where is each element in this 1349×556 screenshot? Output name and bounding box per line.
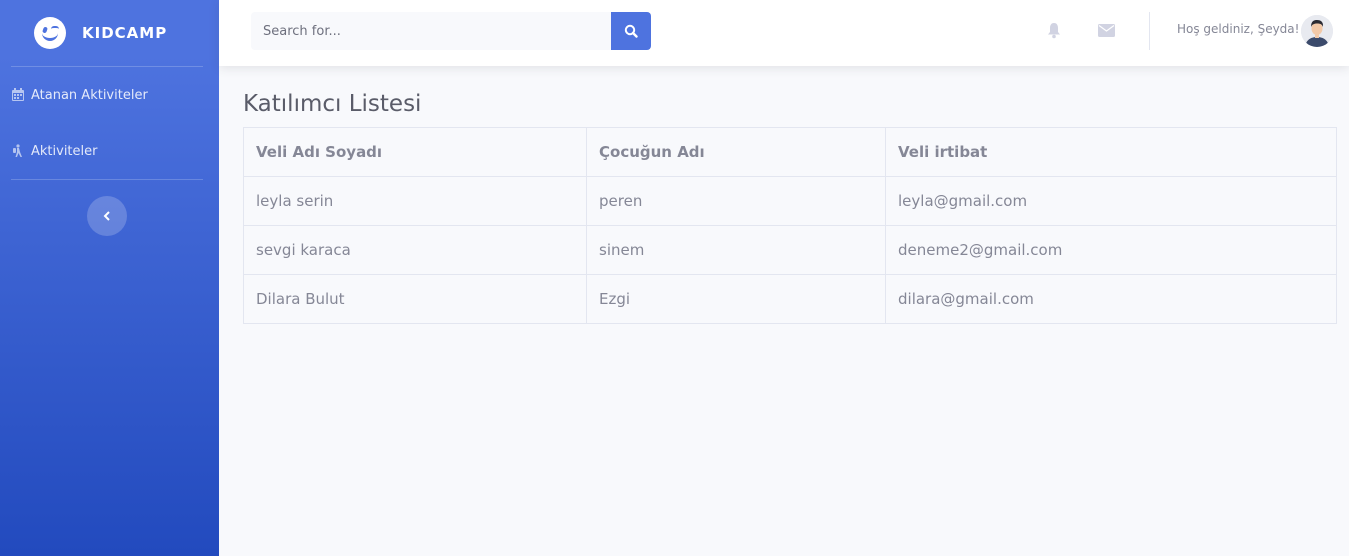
table-cell: sevgi karaca xyxy=(243,225,587,275)
welcome-text[interactable]: Hoş geldiniz, Şeyda! xyxy=(1177,22,1299,36)
envelope-icon[interactable] xyxy=(1098,24,1115,37)
page-title: Katılımcı Listesi xyxy=(243,91,422,117)
sidebar-divider xyxy=(11,179,203,180)
sidebar-toggle-button[interactable] xyxy=(86,196,127,236)
table-row: leyla serin peren leyla@gmail.com xyxy=(243,176,1337,226)
bell-icon[interactable] xyxy=(1047,22,1061,39)
column-header: Veli irtibat xyxy=(885,127,1337,177)
hiking-icon xyxy=(13,144,22,157)
brand-logo-icon xyxy=(34,17,66,49)
chevron-left-icon xyxy=(103,211,110,221)
brand[interactable]: KIDCAMP xyxy=(0,0,219,66)
participant-table: Veli Adı Soyadı Çocuğun Adı Veli irtibat… xyxy=(243,127,1337,324)
search-button[interactable] xyxy=(611,12,651,50)
table-row: Dilara Bulut Ezgi dilara@gmail.com xyxy=(243,274,1337,324)
table-header-row: Veli Adı Soyadı Çocuğun Adı Veli irtibat xyxy=(243,127,1337,177)
calendar-icon xyxy=(12,88,24,101)
table-cell: sinem xyxy=(586,225,886,275)
user-avatar-icon xyxy=(1301,15,1333,47)
topbar: Hoş geldiniz, Şeyda! xyxy=(219,0,1349,66)
column-header: Veli Adı Soyadı xyxy=(243,127,587,177)
sidebar-item-atanan-aktiviteler[interactable]: Atanan Aktiviteler xyxy=(0,67,219,123)
topbar-divider xyxy=(1149,12,1150,50)
search-icon xyxy=(624,24,638,38)
sidebar-item-aktiviteler[interactable]: Aktiviteler xyxy=(0,123,219,179)
main-content: Katılımcı Listesi Veli Adı Soyadı Çocuğu… xyxy=(243,66,1337,324)
brand-name: KIDCAMP xyxy=(82,24,168,42)
avatar[interactable] xyxy=(1301,15,1333,47)
table-cell: leyla serin xyxy=(243,176,587,226)
table-cell: dilara@gmail.com xyxy=(885,274,1337,324)
sidebar-item-label: Atanan Aktiviteler xyxy=(31,87,148,103)
sidebar-item-label: Aktiviteler xyxy=(31,143,98,159)
table-cell: leyla@gmail.com xyxy=(885,176,1337,226)
sidebar: KIDCAMP Atanan Aktiviteler Aktiviteler xyxy=(0,0,219,556)
table-row: sevgi karaca sinem deneme2@gmail.com xyxy=(243,225,1337,275)
table-cell: deneme2@gmail.com xyxy=(885,225,1337,275)
column-header: Çocuğun Adı xyxy=(586,127,886,177)
search-input[interactable] xyxy=(251,12,611,50)
table-cell: peren xyxy=(586,176,886,226)
search-form xyxy=(251,12,651,50)
table-cell: Dilara Bulut xyxy=(243,274,587,324)
table-cell: Ezgi xyxy=(586,274,886,324)
